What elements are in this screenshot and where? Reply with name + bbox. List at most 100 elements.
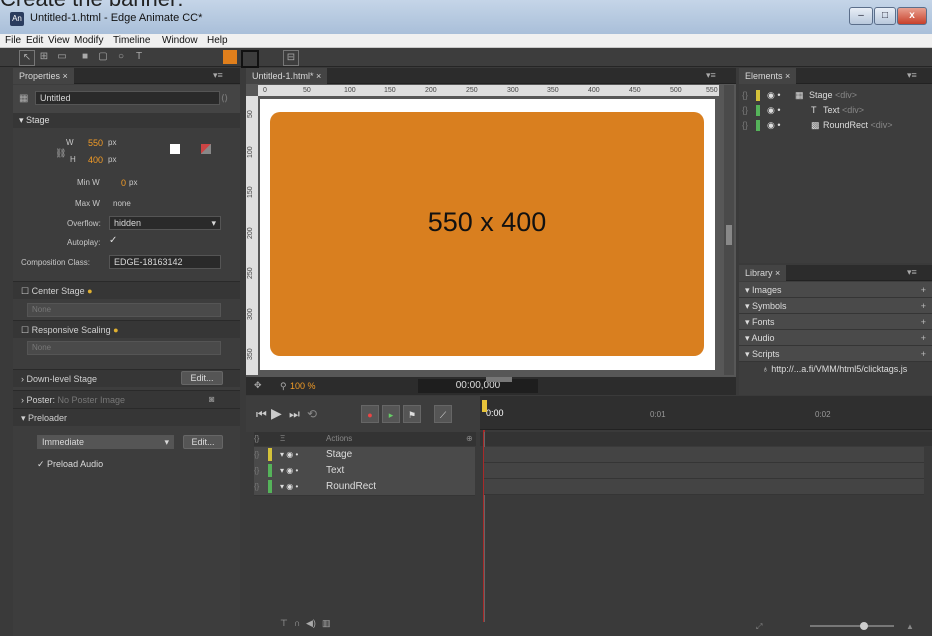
loop-icon[interactable]: ⟲	[307, 407, 317, 421]
text-tool-icon[interactable]: T	[132, 50, 146, 64]
tab-properties[interactable]: Properties ×	[13, 68, 74, 84]
vertical-scrollbar[interactable]	[724, 85, 734, 375]
menu-window[interactable]: Window	[162, 35, 198, 46]
tab-library[interactable]: Library ×	[739, 265, 787, 281]
go-to-end-icon[interactable]: ⏭	[289, 407, 300, 422]
fill-color-swatch[interactable]	[223, 50, 237, 64]
menu-help[interactable]: Help	[207, 35, 228, 46]
rounded-rect-tool-icon[interactable]: ▢	[96, 50, 110, 64]
responsive-scaling-row[interactable]: ☐ Responsive Scaling ●	[13, 320, 240, 338]
tab-elements[interactable]: Elements ×	[739, 68, 797, 84]
auto-transition-icon[interactable]: ▸	[382, 405, 400, 423]
ellipse-tool-icon[interactable]: ○	[114, 50, 128, 64]
overflow-select[interactable]: hidden ▾	[109, 216, 221, 230]
timeline-track-stage[interactable]	[484, 447, 924, 463]
stage-grid-icon[interactable]: ⊟	[283, 50, 299, 66]
play-icon[interactable]: ▶	[271, 405, 282, 422]
playhead-handle[interactable]	[482, 400, 487, 412]
timeline-row-roundrect[interactable]: {} ▾ ◉ • RoundRect	[254, 479, 475, 496]
center-stage-row[interactable]: ☐ Center Stage ●	[13, 281, 240, 299]
go-to-start-icon[interactable]: ⏮	[256, 407, 267, 422]
script-item[interactable]: ♁ http://...a.fi/VMM/html5/clicktags.js	[762, 364, 907, 374]
actions-row[interactable]: {} Ξ Actions ⊕	[254, 432, 476, 446]
stage-border-swatch[interactable]	[201, 144, 211, 154]
stage-section-header[interactable]: ▾ Stage	[13, 113, 240, 128]
library-section-scripts[interactable]: ▾ Scripts +	[739, 346, 932, 362]
time-ruler[interactable]: 0:00 0:01 0:02	[480, 396, 932, 430]
maximize-button[interactable]: □	[874, 7, 896, 25]
code-brackets-icon[interactable]: {}	[742, 88, 748, 103]
width-unit[interactable]: px	[108, 138, 116, 147]
menu-view[interactable]: View	[48, 35, 70, 46]
panel-menu-icon[interactable]: ▾≡	[907, 70, 917, 81]
audio-icon[interactable]: ◀)	[306, 618, 316, 629]
clipping-tool-icon[interactable]: ▭	[55, 50, 69, 64]
easing-icon[interactable]: ⟋	[434, 405, 452, 423]
responsive-scaling-select[interactable]: None	[27, 341, 221, 355]
zoom-in-icon[interactable]: ▲	[906, 622, 914, 631]
visibility-eye-icon[interactable]: ◉ •	[767, 103, 781, 118]
close-window-button[interactable]: x	[897, 7, 927, 25]
code-brackets-icon[interactable]: {}	[254, 479, 259, 495]
rectangle-tool-icon[interactable]: ■	[78, 50, 92, 64]
border-color-swatch[interactable]	[241, 50, 259, 68]
element-row-stage[interactable]: {} ◉ • ▦ Stage <div>	[739, 88, 932, 103]
poster-row[interactable]: › Poster: No Poster Image	[13, 390, 240, 408]
menu-edit[interactable]: Edit	[26, 35, 43, 46]
timeline-track-text[interactable]	[484, 463, 924, 479]
visibility-eye-icon[interactable]: ▾ ◉ •	[280, 479, 298, 495]
grid-icon[interactable]: ▥	[322, 618, 331, 629]
camera-icon[interactable]: ◙	[209, 394, 214, 404]
preloader-row[interactable]: ▾ Preloader	[13, 408, 240, 426]
library-section-fonts[interactable]: ▾ Fonts +	[739, 314, 932, 330]
timeline-row-text[interactable]: {} ▾ ◉ • Text	[254, 463, 475, 480]
actions-track[interactable]	[480, 432, 932, 446]
menu-file[interactable]: File	[5, 35, 21, 46]
height-value[interactable]: 400	[88, 155, 103, 165]
menu-modify[interactable]: Modify	[74, 35, 103, 46]
composition-class-field[interactable]: EDGE-18163142	[109, 255, 221, 269]
timeline-row-stage[interactable]: {} ▾ ◉ • Stage	[254, 447, 475, 464]
expand-icon[interactable]: ⤢	[756, 622, 762, 632]
transform-tool-icon[interactable]: ⊞	[37, 50, 51, 64]
panel-menu-icon[interactable]: ▾≡	[213, 70, 223, 81]
stage-canvas[interactable]: 550 x 400	[260, 99, 715, 370]
min-width-value[interactable]: 0	[121, 178, 126, 188]
horizontal-scrollbar-thumb[interactable]	[486, 377, 512, 382]
preloader-edit-button[interactable]: Edit...	[183, 435, 223, 449]
width-value[interactable]: 550	[88, 138, 103, 148]
min-width-unit[interactable]: px	[129, 178, 137, 187]
add-icon[interactable]: +	[921, 282, 926, 298]
preload-audio-row[interactable]: ✓ Preload Audio	[37, 459, 103, 470]
zoom-level[interactable]: 100 %	[290, 381, 316, 391]
background-color-swatch[interactable]	[170, 144, 180, 154]
panel-menu-icon[interactable]: ▾≡	[706, 70, 716, 81]
add-icon[interactable]: +	[921, 346, 926, 362]
zoom-slider-thumb[interactable]	[860, 622, 868, 630]
menu-timeline[interactable]: Timeline	[113, 35, 150, 46]
autoplay-checkbox[interactable]: ✓	[109, 235, 117, 246]
element-name-field[interactable]: Untitled	[35, 91, 220, 105]
downlevel-edit-button[interactable]: Edit...	[181, 371, 223, 385]
add-action-icon[interactable]: ⊕	[466, 432, 473, 446]
add-icon[interactable]: +	[921, 298, 926, 314]
timeline-zoom-slider[interactable]	[810, 625, 894, 627]
element-row-roundrect[interactable]: {} ◉ • ▩ RoundRect <div>	[739, 118, 932, 133]
autokeyframe-icon[interactable]: ●	[361, 405, 379, 423]
selection-tool-icon[interactable]: ↖	[19, 50, 35, 66]
add-icon[interactable]: +	[921, 314, 926, 330]
help-icon[interactable]: ●	[87, 286, 92, 296]
filter-icon[interactable]: ⊤	[280, 618, 288, 629]
tab-document[interactable]: Untitled-1.html* ×	[246, 68, 328, 84]
minimize-button[interactable]: –	[849, 7, 873, 25]
code-brackets-icon[interactable]: {}	[254, 463, 259, 479]
code-brackets-icon[interactable]: ⟨⟩	[221, 93, 228, 104]
add-icon[interactable]: +	[921, 330, 926, 346]
visibility-eye-icon[interactable]: ▾ ◉ •	[280, 463, 298, 479]
code-brackets-icon[interactable]: {}	[254, 447, 259, 463]
filter-icon[interactable]: Ξ	[280, 432, 285, 446]
code-brackets-icon[interactable]: {}	[742, 118, 748, 133]
code-brackets-icon[interactable]: {}	[254, 432, 259, 446]
panel-menu-icon[interactable]: ▾≡	[907, 267, 917, 278]
height-unit[interactable]: px	[108, 155, 116, 164]
